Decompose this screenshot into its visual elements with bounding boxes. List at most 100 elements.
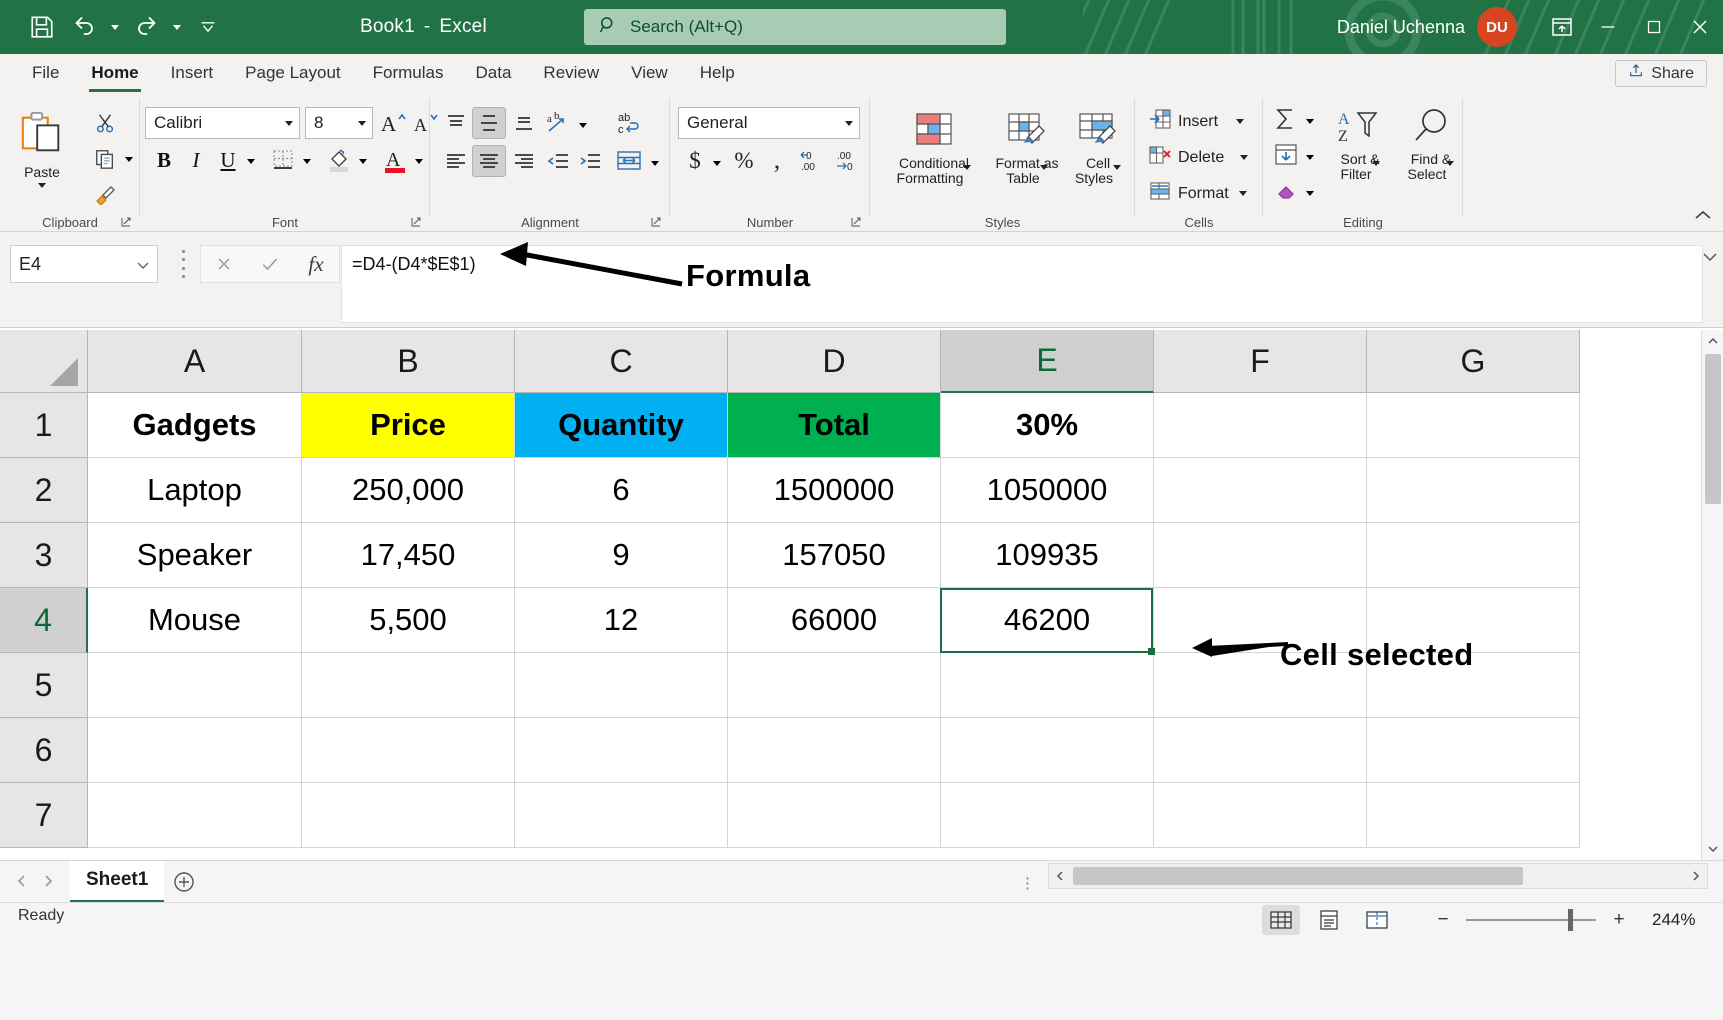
delete-cells-button[interactable]: Delete [1143, 142, 1253, 173]
name-box-chevron-down-icon[interactable] [137, 254, 149, 275]
font-size-input[interactable]: 8 [305, 107, 373, 139]
increase-decimal-button[interactable]: 0 .00 [796, 144, 832, 178]
cell-c7[interactable] [515, 783, 728, 848]
font-color-button[interactable]: A [378, 142, 412, 178]
percent-style-button[interactable]: % [728, 144, 760, 178]
cell-b3[interactable]: 17,450 [302, 523, 515, 588]
previous-sheet-arrow-icon[interactable] [16, 874, 28, 890]
cell-b7[interactable] [302, 783, 515, 848]
sort-filter-chevron-down-icon[interactable] [1372, 161, 1380, 182]
formula-input[interactable]: =D4-(D4*$E$1) [341, 245, 1703, 323]
cell-a7[interactable] [88, 783, 302, 848]
format-as-table-chevron-down-icon[interactable] [1040, 165, 1048, 186]
sheet-tab-sheet1[interactable]: Sheet1 [70, 861, 164, 903]
redo-dropdown-chevron-down-icon[interactable] [168, 7, 186, 47]
search-input[interactable]: Search (Alt+Q) [584, 9, 1006, 45]
borders-button[interactable] [266, 144, 300, 176]
close-button[interactable] [1677, 0, 1723, 54]
tab-view[interactable]: View [615, 54, 684, 92]
copy-button[interactable] [88, 144, 122, 174]
zoom-in-button[interactable]: + [1608, 907, 1630, 933]
name-box[interactable]: E4 [10, 245, 158, 283]
column-header-c[interactable]: C [515, 330, 728, 393]
increase-font-size-button[interactable]: A [378, 108, 408, 138]
cell-e4[interactable]: 46200 [941, 588, 1154, 653]
normal-view-button[interactable] [1262, 905, 1300, 935]
sheet-tab-overflow-icon[interactable]: ⋮ [1020, 874, 1035, 892]
format-painter-button[interactable] [88, 178, 122, 208]
zoom-level-label[interactable]: 244% [1652, 910, 1695, 930]
cell-g3[interactable] [1367, 523, 1580, 588]
middle-align-button[interactable] [472, 107, 506, 139]
row-header-3[interactable]: 3 [0, 523, 88, 588]
expand-formula-bar-button[interactable] [1703, 250, 1717, 265]
cell-b4[interactable]: 5,500 [302, 588, 515, 653]
column-header-g[interactable]: G [1367, 330, 1580, 393]
underline-button[interactable]: U [212, 144, 244, 176]
cut-button[interactable] [88, 108, 122, 138]
font-dialog-launcher[interactable] [410, 216, 424, 230]
paste-button[interactable]: Paste [8, 106, 76, 192]
cell-a5[interactable] [88, 653, 302, 718]
font-color-chevron-down-icon[interactable] [412, 150, 426, 172]
cell-f7[interactable] [1154, 783, 1367, 848]
tab-data[interactable]: Data [460, 54, 528, 92]
tab-review[interactable]: Review [527, 54, 615, 92]
share-button[interactable]: Share [1615, 60, 1707, 87]
font-family-input[interactable]: Calibri [145, 107, 300, 139]
redo-button[interactable] [126, 7, 166, 47]
cell-a2[interactable]: Laptop [88, 458, 302, 523]
autosum-chevron-down-icon[interactable] [1303, 110, 1317, 132]
number-format-input[interactable]: General [678, 107, 860, 139]
font-size-chevron-down-icon[interactable] [358, 121, 366, 126]
page-layout-view-button[interactable] [1310, 905, 1348, 935]
cancel-formula-button[interactable] [201, 246, 247, 282]
horizontal-scrollbar[interactable] [1048, 863, 1708, 889]
decrease-indent-button[interactable] [542, 146, 574, 176]
sort-and-filter-button[interactable]: A Z Sort & Filter [1323, 104, 1397, 187]
decrease-decimal-button[interactable]: .00 0 [832, 144, 868, 178]
row-header-5[interactable]: 5 [0, 653, 88, 718]
row-header-2[interactable]: 2 [0, 458, 88, 523]
cell-c3[interactable]: 9 [515, 523, 728, 588]
vertical-scroll-thumb[interactable] [1705, 354, 1721, 504]
paste-chevron-down-icon[interactable] [38, 183, 46, 188]
cell-c4[interactable]: 12 [515, 588, 728, 653]
cell-a6[interactable] [88, 718, 302, 783]
cell-g2[interactable] [1367, 458, 1580, 523]
formula-bar-grip[interactable] [178, 250, 188, 278]
scroll-right-arrow-icon[interactable] [1685, 864, 1707, 888]
scroll-down-arrow-icon[interactable] [1702, 838, 1723, 860]
column-header-d[interactable]: D [728, 330, 941, 393]
format-cells-button[interactable]: Format [1143, 178, 1252, 209]
wrap-text-button[interactable]: ab c [610, 106, 648, 140]
delete-chevron-down-icon[interactable] [1240, 155, 1248, 160]
borders-chevron-down-icon[interactable] [300, 150, 314, 172]
copy-chevron-down-icon[interactable] [122, 147, 136, 171]
enter-formula-button[interactable] [247, 246, 293, 282]
cell-g1[interactable] [1367, 393, 1580, 458]
autosum-button[interactable] [1269, 104, 1303, 134]
cell-e5[interactable] [941, 653, 1154, 718]
merge-chevron-down-icon[interactable] [648, 152, 662, 174]
cell-d5[interactable] [728, 653, 941, 718]
cell-c2[interactable]: 6 [515, 458, 728, 523]
cell-c5[interactable] [515, 653, 728, 718]
font-family-chevron-down-icon[interactable] [285, 121, 293, 126]
cell-c1[interactable]: Quantity [515, 393, 728, 458]
orientation-chevron-down-icon[interactable] [576, 114, 590, 136]
clipboard-dialog-launcher[interactable] [120, 216, 134, 230]
cell-b1[interactable]: Price [302, 393, 515, 458]
vertical-scrollbar[interactable] [1701, 330, 1723, 860]
bold-button[interactable]: B [148, 144, 180, 176]
column-header-f[interactable]: F [1154, 330, 1367, 393]
cell-styles-button[interactable]: Cell Styles [1066, 106, 1130, 191]
maximize-button[interactable] [1631, 0, 1677, 54]
zoom-slider[interactable] [1466, 919, 1596, 921]
horizontal-scroll-thumb[interactable] [1073, 867, 1523, 885]
accounting-chevron-down-icon[interactable] [710, 152, 724, 174]
increase-indent-button[interactable] [574, 146, 606, 176]
row-header-4[interactable]: 4 [0, 588, 88, 653]
scroll-up-arrow-icon[interactable] [1702, 330, 1723, 352]
cell-f3[interactable] [1154, 523, 1367, 588]
